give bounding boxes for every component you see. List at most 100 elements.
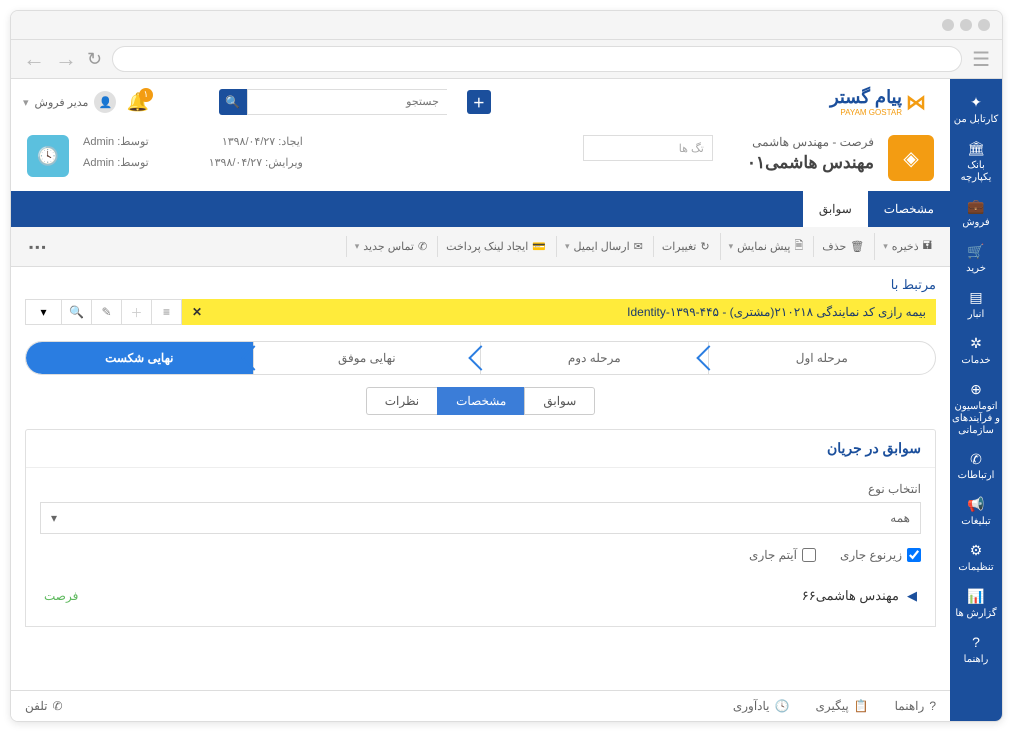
result-row[interactable]: ◀ مهندس هاشمی۶۶ فرصت xyxy=(40,580,921,612)
related-dropdown[interactable]: ▾ xyxy=(26,300,62,324)
sidebar-item-settings[interactable]: ⚙تنظیمات xyxy=(950,535,1002,581)
add-related-button[interactable]: ＋ xyxy=(122,300,152,324)
notif-badge: ۱ xyxy=(139,88,153,102)
chevron-down-icon: ▾ xyxy=(23,96,29,109)
traffic-light xyxy=(960,19,972,31)
sidebar-item-services[interactable]: ✲خدمات xyxy=(950,328,1002,374)
sidebar-item-help[interactable]: ? راهنما xyxy=(950,627,1002,673)
search-input[interactable] xyxy=(247,89,447,115)
sidebar-item-bank[interactable]: 🏛بانک یکپارچه xyxy=(950,133,1002,191)
search-related-button[interactable]: 🔍 xyxy=(62,300,92,324)
logo-icon: ⋈ xyxy=(906,90,926,115)
tags-input[interactable]: تگ ها xyxy=(583,135,713,161)
sidebar-item-automation[interactable]: ⊕اتوماسیون و فرآیندهای سازمانی xyxy=(950,374,1002,444)
result-tag: فرصت xyxy=(44,589,78,603)
user-menu[interactable]: ▾ مدیر فروش 👤 xyxy=(23,91,116,113)
follow-button[interactable]: 📋پیگیری xyxy=(815,699,868,713)
sidebar-item-label: بانک یکپارچه xyxy=(952,160,1000,184)
breadcrumb: فرصت - مهندس هاشمی xyxy=(747,135,874,149)
sidebar-item-label: انبار xyxy=(968,309,984,321)
edited-value: ۱۳۹۸/۰۴/۲۷ xyxy=(209,157,262,169)
notifications-icon[interactable]: 🔔۱ xyxy=(126,92,148,113)
sidebar-item-purchase[interactable]: 🛒خرید xyxy=(950,236,1002,282)
preview-icon: 🗎 xyxy=(794,237,803,256)
stage-1[interactable]: مرحله اول xyxy=(708,342,936,374)
remind-button[interactable]: 🕓یادآوری xyxy=(733,699,790,713)
sidebar-item-label: گزارش ها xyxy=(955,608,996,620)
sidebar-item-cartable[interactable]: ✦کارتابل من xyxy=(950,87,1002,133)
sidebar-item-sales[interactable]: 💼 فروش xyxy=(950,191,1002,237)
sidebar-item-warehouse[interactable]: ▤انبار xyxy=(950,282,1002,328)
sidebar-item-label: فروش xyxy=(962,217,989,229)
help-button[interactable]: ?راهنما xyxy=(895,699,936,713)
sidebar-item-label: راهنما xyxy=(964,654,989,666)
help-icon: ? xyxy=(929,699,936,713)
browser-menu-icon[interactable]: ☰ xyxy=(972,47,990,72)
chevron-down-icon: ▾ xyxy=(565,241,570,252)
sidebar-item-comm[interactable]: ✆ارتباطات xyxy=(950,444,1002,490)
tab-history[interactable]: سوابق xyxy=(803,191,868,227)
save-icon: 🖬 xyxy=(923,237,932,256)
edit-button[interactable]: ✎ xyxy=(92,300,122,324)
list-button[interactable]: ≡ xyxy=(152,300,182,324)
checkbox-input[interactable] xyxy=(802,548,816,562)
content-area: مرتبط با بیمه رازی کد نمایندگی ۲۱۰۲۱۸(مش… xyxy=(11,267,950,690)
browser-forward-icon[interactable]: → xyxy=(55,46,77,72)
sidebar-item-label: تبلیغات xyxy=(961,516,990,528)
add-button[interactable]: ＋ xyxy=(467,90,491,114)
related-label: مرتبط با xyxy=(25,277,936,293)
chevron-down-icon: ▾ xyxy=(40,305,46,319)
related-text: بیمه رازی کد نمایندگی ۲۱۰۲۱۸(مشتری) - Id… xyxy=(627,305,926,319)
arrow-left-icon: ◀ xyxy=(907,588,917,604)
browser-url-bar[interactable] xyxy=(112,46,962,72)
search-button[interactable]: 🔍 xyxy=(219,89,247,115)
cogs-icon: ⚙ xyxy=(970,542,983,559)
stage-4[interactable]: نهایی شکست xyxy=(26,342,253,374)
history-panel: سوابق در جریان انتخاب نوع همه ▾ زیرنوع ج… xyxy=(25,429,936,627)
stage-3[interactable]: نهایی موفق xyxy=(253,342,481,374)
subtab-specs[interactable]: مشخصات xyxy=(437,387,524,415)
star-icon: ✦ xyxy=(970,94,982,111)
currentitem-checkbox[interactable]: آیتم جاری xyxy=(749,548,816,562)
changes-button[interactable]: ↻تغییرات xyxy=(653,236,718,257)
panel-title: سوابق در جریان xyxy=(26,430,935,468)
list-icon: ≡ xyxy=(163,305,170,319)
edited-by-value: Admin xyxy=(83,157,114,169)
send-email-button[interactable]: ✉ارسال ایمیل▾ xyxy=(556,236,651,257)
plus-icon: ＋ xyxy=(131,304,143,321)
created-label: ایجاد: xyxy=(278,136,303,148)
pay-link-button[interactable]: 💳ایجاد لینک پرداخت xyxy=(437,236,554,257)
phone-button[interactable]: ✆تلفن xyxy=(25,699,63,713)
stage-2[interactable]: مرحله دوم xyxy=(480,342,708,374)
tab-specs[interactable]: مشخصات xyxy=(868,191,950,227)
checkbox-input[interactable] xyxy=(907,548,921,562)
history-icon: ↻ xyxy=(700,240,709,253)
delete-button[interactable]: 🗑حذف xyxy=(813,236,872,257)
new-call-button[interactable]: ✆تماس جدید▾ xyxy=(346,236,435,257)
subtab-history[interactable]: سوابق xyxy=(524,387,595,415)
stage-pipeline: مرحله اول مرحله دوم نهایی موفق نهایی شکس… xyxy=(25,341,936,375)
help-icon: ? xyxy=(972,634,980,651)
browser-nav-bar: ← → ↻ ☰ xyxy=(11,40,1002,79)
by-label: توسط: xyxy=(117,157,148,169)
subtab-comments[interactable]: نظرات xyxy=(366,387,437,415)
sidebar-item-ads[interactable]: 📢تبلیغات xyxy=(950,489,1002,535)
close-icon[interactable]: ✕ xyxy=(192,305,202,319)
clock-icon: 🕓 xyxy=(775,699,790,713)
more-button[interactable]: ▪▪▪ xyxy=(21,236,56,258)
browser-back-icon[interactable]: ← xyxy=(23,46,45,72)
subtype-checkbox[interactable]: زیرنوع جاری xyxy=(840,548,921,562)
history-icon[interactable]: 🕓 xyxy=(27,135,69,177)
type-select[interactable]: همه ▾ xyxy=(40,502,921,534)
briefcase-icon: 💼 xyxy=(967,198,984,215)
app-topbar: ▾ مدیر فروش 👤 🔔۱ 🔍 ＋ ⋈ پیام گستر PAYAM G… xyxy=(11,79,950,125)
sidebar-item-reports[interactable]: 📊گزارش ها xyxy=(950,581,1002,627)
save-button[interactable]: 🖬ذخیره▾ xyxy=(874,233,940,260)
globe-icon: ⊕ xyxy=(970,381,982,398)
related-entity[interactable]: بیمه رازی کد نمایندگی ۲۱۰۲۱۸(مشتری) - Id… xyxy=(182,299,936,325)
by-label: توسط: xyxy=(117,136,148,148)
preview-button[interactable]: 🗎پیش نمایش▾ xyxy=(720,233,812,260)
browser-refresh-icon[interactable]: ↻ xyxy=(87,49,102,70)
edit-icon: ✎ xyxy=(101,305,111,319)
plus-icon: ＋ xyxy=(473,94,485,111)
